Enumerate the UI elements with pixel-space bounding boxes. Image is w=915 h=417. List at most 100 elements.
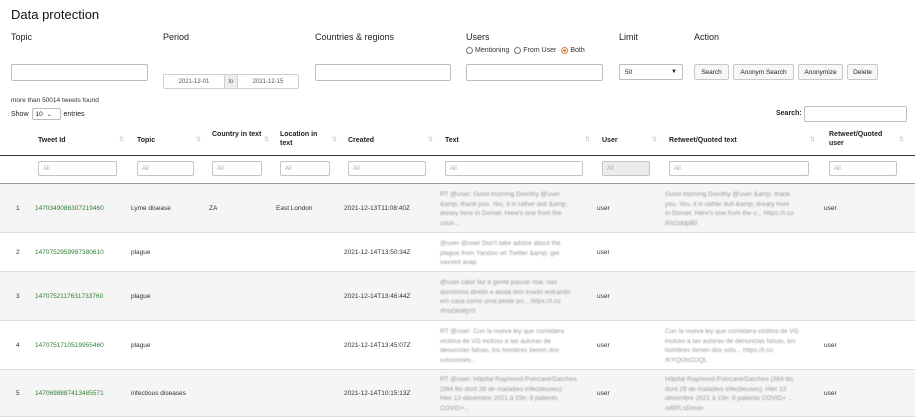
- table-row[interactable]: 2 1470752959997380610 plague 2021-12-14T13:…: [0, 233, 915, 272]
- sort-icon: ⇅: [585, 137, 591, 143]
- period-to-input[interactable]: 2021-12-15: [238, 79, 298, 85]
- header-divider: [0, 155, 915, 156]
- created-cell: 2021-12-14T10:15:13Z: [344, 390, 411, 397]
- col-header-rt-user[interactable]: Retweet/Quoted user: [829, 130, 889, 148]
- users-radio-group: Mentioning From User Both: [466, 47, 585, 54]
- period-range: 2021-12-01 to 2021-12-15: [163, 74, 299, 89]
- tweet-id-cell: 1470349086307219460: [35, 205, 104, 212]
- col-header-location[interactable]: Location in text: [280, 130, 330, 148]
- countries-input[interactable]: [315, 64, 451, 81]
- tweet-id-cell: 1470698887413485571: [35, 390, 104, 397]
- table-search-label: Search:: [776, 110, 802, 117]
- text-line: soluciones...: [440, 356, 477, 364]
- country-cell: ZA: [209, 205, 218, 212]
- table-row[interactable]: 3 1470752117631733760 plague 2021-12-14T13:…: [0, 272, 915, 321]
- location-cell: East London: [276, 205, 313, 212]
- created-cell: 2021-12-14T13:50:34Z: [344, 249, 411, 256]
- row-number: 4: [16, 342, 20, 349]
- text-line: /l0z2ddpB0: [665, 219, 698, 227]
- radio-from-user[interactable]: From User: [514, 47, 556, 54]
- row-number: 5: [16, 390, 20, 397]
- text-cell: RT @user: Con la nueva ley que considera…: [440, 327, 590, 365]
- text-cell: RT @user: Good morning Dorothy @user &amp…: [440, 190, 590, 228]
- filter-tweet-id[interactable]: All: [38, 161, 117, 176]
- user-cell: user: [597, 342, 610, 349]
- rt-user-cell: user: [824, 342, 837, 349]
- topic-cell: plague: [131, 342, 151, 349]
- created-cell: 2021-12-14T13:45:07Z: [344, 342, 411, 349]
- text-line: coun...: [440, 219, 460, 227]
- row-number: 1: [16, 205, 20, 212]
- tweet-id-cell: 1470752959997380610: [35, 249, 104, 256]
- text-line: hombres tienen dos solu... https://t.co: [665, 347, 774, 354]
- created-cell: 2021-12-13T11:08:40Z: [344, 205, 411, 212]
- text-line: in Dorset. Here's one from the c... http…: [665, 210, 794, 217]
- table-row[interactable]: 5 1470698887413485571 infectious diseases 2…: [0, 370, 915, 417]
- text-cell: RT @user: Hôpital Raymond Poincaré/Garch…: [440, 375, 590, 413]
- users-input[interactable]: [466, 64, 603, 81]
- text-line: RT @user: Good morning Dorothy @user: [440, 191, 560, 198]
- user-cell: user: [597, 390, 610, 397]
- anonym-search-button[interactable]: Anonym Search: [733, 64, 794, 80]
- table-row[interactable]: 4 1470751710519955460 plague 2021-12-14T13:…: [0, 321, 915, 370]
- sort-icon: ⇅: [810, 137, 816, 143]
- filter-location[interactable]: All: [280, 161, 330, 176]
- row-number: 2: [16, 249, 20, 256]
- radio-mentioning[interactable]: Mentioning: [466, 47, 509, 54]
- topic-input[interactable]: [11, 64, 148, 81]
- sort-icon: ⇅: [196, 137, 202, 143]
- text-cell: @user @user Don't take advice about the p…: [440, 239, 590, 268]
- table-row[interactable]: 1 1470349086307219460 Lyme disease ZA East L…: [0, 184, 915, 233]
- created-cell: 2021-12-14T13:46:44Z: [344, 293, 411, 300]
- radio-both[interactable]: Both: [561, 47, 585, 54]
- col-header-tweet-id[interactable]: Tweet Id: [38, 136, 65, 145]
- text-line: Con la nueva ley que considera víctima d…: [665, 328, 799, 335]
- sort-icon: ⇅: [332, 137, 338, 143]
- filter-text[interactable]: All: [445, 161, 583, 176]
- text-line: you. Yes, it is rather dull &amp; dreary…: [665, 200, 790, 208]
- text-line: RT @user: Con la nueva ley que considera: [440, 328, 565, 335]
- text-line: (384 lits dont 28 de maladies infectieus…: [440, 385, 564, 393]
- text-line: Hier 13 décembre 2021 à 15h: 8 patients: [440, 395, 558, 402]
- text-line: RT @user: Hôpital Raymond Poincaré/Garch…: [440, 376, 577, 383]
- filter-user: All: [602, 161, 650, 176]
- topic-cell: infectious diseases: [131, 390, 186, 397]
- tweet-id-cell: 1470751710519955460: [35, 342, 104, 349]
- delete-button[interactable]: Delete: [847, 64, 878, 80]
- text-line: dormimos direito e ainda tem inseto entr…: [440, 288, 571, 296]
- anonymize-button[interactable]: Anonymize: [798, 64, 843, 80]
- filter-topic[interactable]: All: [137, 161, 194, 176]
- user-cell: user: [597, 249, 610, 256]
- period-to-label: to: [224, 75, 238, 88]
- filter-country[interactable]: All: [212, 161, 262, 176]
- entries-select[interactable]: 10 ⌄: [31, 108, 61, 120]
- col-header-user[interactable]: User: [602, 136, 618, 145]
- limit-label: Limit: [619, 32, 639, 42]
- caret-down-icon: ▼: [671, 69, 677, 75]
- tweet-id-cell: 1470752117631733760: [35, 293, 104, 300]
- filter-rt-user[interactable]: All: [829, 161, 897, 176]
- col-header-text[interactable]: Text: [445, 136, 459, 145]
- col-header-topic[interactable]: Topic: [137, 136, 155, 145]
- limit-select[interactable]: 50 ▼: [619, 64, 683, 80]
- text-line: víctima de VG incluso a las autoras de: [440, 337, 551, 345]
- sort-icon: ⇅: [428, 137, 434, 143]
- text-line: vaxxed asap: [440, 259, 477, 266]
- sort-icon: ⇅: [899, 137, 905, 143]
- row-number: 3: [16, 293, 20, 300]
- col-header-country[interactable]: Country in text: [212, 130, 262, 139]
- table-search-input[interactable]: [804, 106, 907, 122]
- rt-text-cell: Good morning Dorothy @user &amp; thank yo…: [665, 190, 815, 228]
- col-header-created[interactable]: Created: [348, 136, 374, 145]
- period-from-input[interactable]: 2021-12-01: [164, 79, 224, 85]
- text-line: plague from Yandoo on Twitter &amp; get: [440, 249, 560, 257]
- countries-label: Countries & regions: [315, 32, 395, 42]
- period-label: Period: [163, 32, 190, 42]
- search-button[interactable]: Search: [694, 64, 729, 80]
- col-header-rt-text[interactable]: Retweet/Quoted text: [669, 136, 737, 145]
- filter-rt-text[interactable]: All: [669, 161, 809, 176]
- chevron-down-icon: ⌄: [46, 111, 52, 118]
- filter-created[interactable]: All: [348, 161, 426, 176]
- text-line: décembre 2021 à 15h: 8 patients COVID+ .…: [665, 395, 794, 402]
- sort-icon: ⇅: [652, 137, 658, 143]
